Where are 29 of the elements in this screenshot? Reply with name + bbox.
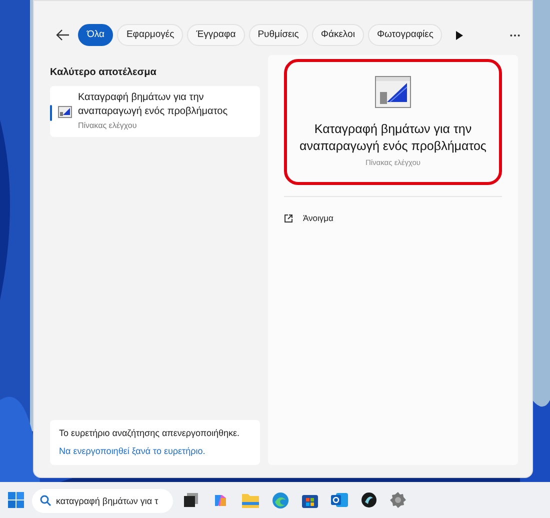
windows-icon[interactable]	[8, 492, 24, 508]
best-match-result[interactable]: Καταγραφή βημάτων για την αναπαραγωγή ενός προβλήματος Πίνακας ελέγχου	[50, 86, 260, 137]
monitor-icon	[58, 106, 72, 118]
result-title: Καταγραφή βημάτων για την αναπαραγωγή ενός προβλήματος	[78, 91, 229, 119]
preview-title: Καταγραφή βημάτων για την αναπαραγωγή ενός προβλήματος	[298, 121, 488, 155]
play-icon[interactable]	[456, 30, 464, 40]
folder-icon[interactable]	[242, 492, 259, 508]
filter-tab[interactable]: Φάκελοι	[312, 24, 364, 46]
app-icon[interactable]	[361, 492, 377, 508]
external-link-icon	[284, 214, 293, 223]
open-action[interactable]: Άνοιγμα	[284, 208, 502, 228]
store-icon[interactable]	[302, 492, 318, 508]
filter-tab[interactable]: Εφαρμογές	[117, 24, 184, 46]
notice-message: Το ευρετήριο αναζήτησης απενεργοποιήθηκε.	[59, 427, 240, 440]
task-view-icon[interactable]	[183, 492, 199, 508]
filter-tab[interactable]: Ρυθμίσεις	[248, 24, 308, 46]
result-subtitle: Πίνακας ελέγχου	[78, 120, 138, 132]
filter-tab[interactable]: Όλα	[78, 24, 114, 46]
mail-icon[interactable]	[331, 492, 348, 508]
search-icon	[40, 494, 51, 506]
search-field[interactable]: καταγραφή βημάτων για τ	[32, 489, 173, 513]
filter-tab[interactable]: Φωτογραφίες	[368, 24, 442, 46]
more-icon[interactable]	[510, 34, 520, 36]
monitor-icon	[375, 76, 411, 108]
back-icon[interactable]	[56, 29, 70, 41]
section-heading: Καλύτερο αποτέλεσμα	[50, 66, 158, 80]
gear-icon[interactable]	[390, 492, 406, 508]
filter-tab[interactable]: Έγγραφα	[187, 24, 245, 46]
enable-index-link[interactable]: Να ενεργοποιηθεί ξανά το ευρετήριο.	[59, 444, 251, 458]
